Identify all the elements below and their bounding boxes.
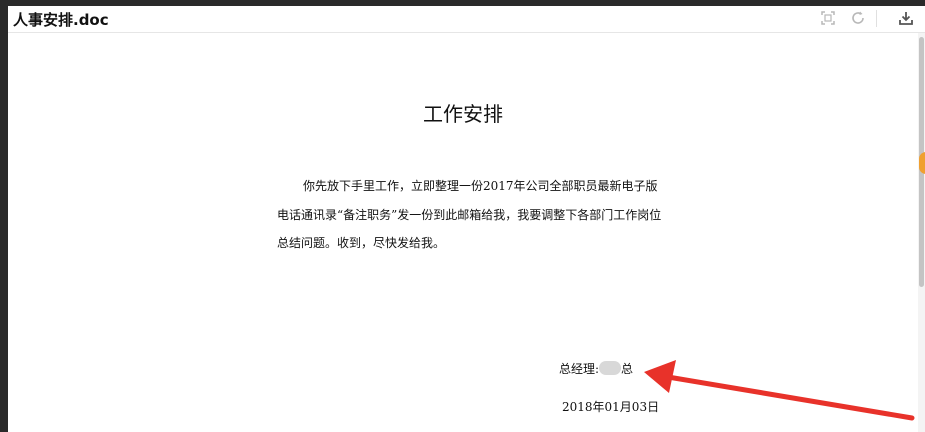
document-filename: 人事安排.doc: [13, 11, 109, 29]
document-viewer: 人事安排.doc 工作安排 你先放下手里工作，立即整理一份2017年公司全部职员…: [8, 6, 925, 432]
signature-suffix: 总: [621, 362, 634, 376]
rotate-icon[interactable]: [850, 10, 866, 26]
toolbar-divider: [876, 10, 877, 27]
document-page: 工作安排 你先放下手里工作，立即整理一份2017年公司全部职员最新电子版电话通讯…: [8, 33, 918, 432]
fullscreen-icon[interactable]: [820, 10, 836, 26]
side-panel-handle[interactable]: [919, 152, 925, 174]
redacted-name-blur: [599, 361, 622, 375]
vertical-scrollbar[interactable]: [918, 33, 925, 432]
document-title: 工作安排: [423, 102, 503, 126]
document-paragraph: 你先放下手里工作，立即整理一份2017年公司全部职员最新电子版电话通讯录“备注职…: [277, 179, 662, 250]
signature-line: 总经理: 总: [559, 360, 633, 377]
signature-prefix: 总经理:: [559, 362, 600, 376]
document-date: 2018年01月03日: [562, 400, 660, 414]
download-icon[interactable]: [898, 10, 914, 26]
viewer-toolbar: 人事安排.doc: [8, 6, 925, 33]
